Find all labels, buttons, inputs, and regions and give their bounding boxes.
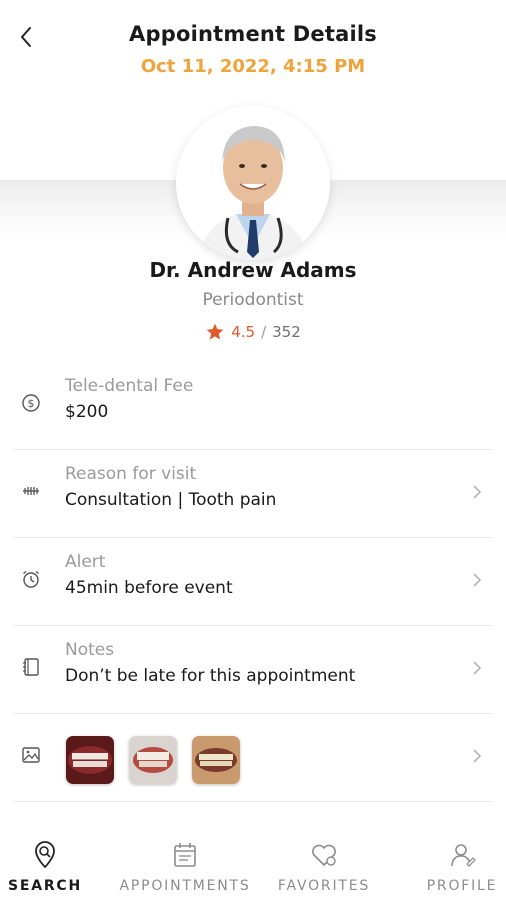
- reason-label: Reason for visit: [65, 464, 197, 484]
- doctor-rating: 4.5 / 352: [0, 322, 506, 342]
- rating-score: 4.5: [231, 323, 256, 341]
- images-row[interactable]: [0, 714, 506, 802]
- nav-favorites[interactable]: FAVORITES: [264, 838, 384, 898]
- teeth-photo-thumbnail[interactable]: [192, 736, 240, 784]
- doctor-avatar: [176, 106, 330, 260]
- reason-value: Consultation | Tooth pain: [65, 490, 277, 510]
- fee-label: Tele-dental Fee: [65, 376, 194, 396]
- image-thumbnails: [66, 736, 240, 784]
- alert-label: Alert: [65, 552, 106, 572]
- notes-label: Notes: [65, 640, 115, 660]
- heart-icon: [307, 838, 341, 872]
- nav-appointments-label: APPOINTMENTS: [119, 878, 251, 894]
- nav-favorites-label: FAVORITES: [277, 878, 371, 894]
- divider: [14, 801, 492, 802]
- user-icon: [445, 838, 479, 872]
- image-icon: [21, 745, 41, 765]
- dollar-icon: $: [21, 393, 41, 413]
- nav-profile[interactable]: PROFILE: [402, 838, 506, 898]
- calendar-icon: [168, 838, 202, 872]
- nav-appointments[interactable]: APPOINTMENTS: [119, 838, 249, 898]
- alert-row[interactable]: Alert 45min before event: [0, 538, 506, 626]
- doctor-name: Dr. Andrew Adams: [149, 258, 357, 282]
- chevron-right-icon: [470, 482, 484, 502]
- chevron-right-icon: [470, 746, 484, 766]
- rating-separator: /: [261, 323, 267, 341]
- nav-profile-label: PROFILE: [426, 878, 498, 894]
- bottom-nav: SEARCH APPOINTMENTS FAVORITES PROFILE: [0, 824, 506, 900]
- appointment-datetime: Oct 11, 2022, 4:15 PM: [140, 56, 366, 77]
- notes-value: Don’t be late for this appointment: [65, 666, 356, 686]
- search-location-icon: [28, 838, 62, 872]
- tooth-icon: [21, 481, 41, 501]
- alarm-clock-icon: [21, 569, 41, 589]
- doctor-specialty: Periodontist: [202, 290, 304, 310]
- review-count: 352: [272, 323, 301, 341]
- teeth-photo-thumbnail[interactable]: [66, 736, 114, 784]
- page-title: Appointment Details: [129, 22, 377, 46]
- notes-row[interactable]: Notes Don’t be late for this appointment: [0, 626, 506, 714]
- nav-search-label: SEARCH: [7, 878, 83, 894]
- reason-row[interactable]: Reason for visit Consultation | Tooth pa…: [0, 450, 506, 538]
- fee-row: $ Tele-dental Fee $200: [0, 362, 506, 450]
- fee-value: $200: [65, 402, 109, 422]
- svg-text:$: $: [28, 397, 35, 410]
- chevron-right-icon: [470, 658, 484, 678]
- notes-icon: [21, 657, 41, 677]
- alert-value: 45min before event: [65, 578, 233, 598]
- nav-search[interactable]: SEARCH: [0, 838, 105, 898]
- chevron-right-icon: [470, 570, 484, 590]
- star-icon: [206, 323, 224, 340]
- teeth-photo-thumbnail[interactable]: [129, 736, 177, 784]
